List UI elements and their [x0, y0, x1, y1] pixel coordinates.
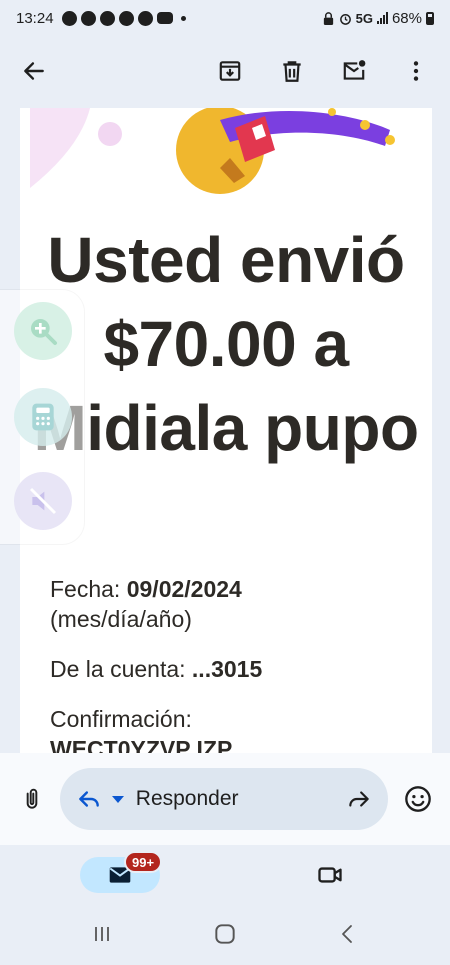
archive-icon — [219, 61, 241, 81]
recent-apps-button[interactable] — [78, 910, 126, 958]
signal-icon — [376, 12, 388, 24]
date-format: (mes/día/año) — [50, 606, 192, 632]
back-arrow-icon — [24, 62, 44, 80]
status-left: 13:24 — [16, 10, 186, 27]
confirmation-row: Confirmación: WECT0YZVP IZP — [50, 704, 410, 753]
battery-icon — [426, 11, 434, 25]
floating-tools-panel — [0, 290, 84, 544]
chevron-left-icon — [342, 925, 353, 943]
mute-tool-button[interactable] — [14, 472, 72, 530]
archive-button[interactable] — [206, 47, 254, 95]
account-value: ...3015 — [191, 656, 263, 682]
delete-icon — [283, 61, 301, 82]
reply-options-chevron-icon[interactable] — [111, 795, 124, 803]
bottom-navigation: 99+ — [0, 845, 450, 903]
network-type: 5G — [355, 10, 373, 26]
chat-icon — [80, 10, 96, 26]
mute-icon — [29, 487, 57, 515]
date-value: 09/02/2024 — [126, 576, 242, 602]
emoji-reaction-button[interactable] — [398, 779, 438, 819]
mark-unread-button[interactable] — [330, 47, 378, 95]
system-back-button[interactable] — [324, 910, 372, 958]
home-button[interactable] — [201, 910, 249, 958]
more-options-button[interactable] — [392, 47, 440, 95]
youtube-icon — [156, 12, 173, 24]
reply-button[interactable]: Responder — [59, 768, 389, 830]
calculator-icon — [32, 403, 54, 431]
status-right: 5G 68% — [322, 10, 434, 27]
mark-unread-icon — [343, 60, 366, 80]
messenger-icon — [99, 10, 115, 26]
reply-bar: Responder — [0, 753, 450, 845]
reply-icon — [78, 791, 99, 807]
calculator-tool-button[interactable] — [14, 388, 72, 446]
account-row: De la cuenta: ...3015 — [50, 654, 410, 684]
delete-button[interactable] — [268, 47, 316, 95]
attachment-icon — [26, 788, 38, 809]
date-label: Fecha: — [50, 576, 121, 602]
account-label: De la cuenta: — [50, 656, 186, 682]
recents-icon — [94, 927, 109, 941]
nav-meet-tab[interactable] — [306, 857, 354, 893]
system-navigation — [0, 903, 450, 965]
magnifier-tool-button[interactable] — [14, 302, 72, 360]
whatsapp-icon — [61, 10, 77, 26]
emoji-icon — [405, 786, 431, 812]
back-button[interactable] — [10, 47, 58, 95]
forward-icon[interactable] — [346, 786, 372, 812]
confirmation-value: WECT0YZVP IZP — [50, 736, 233, 753]
more-vert-icon — [413, 61, 419, 81]
status-bar: 13:24 5G 68% — [0, 0, 450, 36]
battery-percent: 68% — [391, 9, 422, 27]
status-time: 13:24 — [16, 9, 54, 27]
alarm-icon — [339, 13, 351, 25]
attach-button[interactable] — [12, 779, 52, 819]
reply-label: Responder — [135, 787, 239, 810]
confirmation-label: Confirmación: — [50, 706, 192, 732]
zoom-in-icon — [31, 319, 57, 345]
hero-illustration — [30, 108, 395, 194]
messenger-icon — [137, 10, 153, 26]
transaction-details: Fecha: 09/02/2024 (mes/día/año) De la cu… — [50, 574, 410, 753]
messenger-icon — [118, 10, 134, 26]
date-row: Fecha: 09/02/2024 (mes/día/año) — [50, 574, 410, 634]
video-camera-icon — [318, 867, 342, 883]
email-toolbar — [0, 36, 450, 106]
lock-icon — [323, 11, 333, 25]
more-notifications-icon — [180, 15, 186, 21]
home-icon — [215, 924, 235, 944]
unread-count-badge: 99+ — [124, 851, 163, 873]
